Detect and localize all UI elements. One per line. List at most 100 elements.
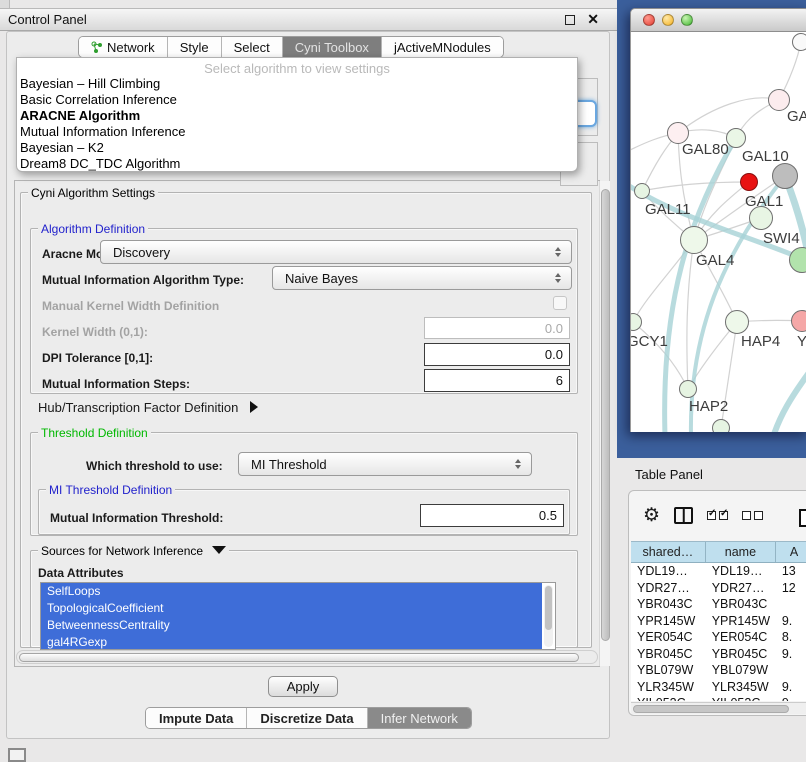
dropdown-item[interactable]: Bayesian – K2 xyxy=(17,140,577,156)
node-label: GAL10 xyxy=(742,148,789,165)
which-threshold-label: Which threshold to use: xyxy=(86,459,223,473)
apply-button-label: Apply xyxy=(287,679,320,694)
mi-steps-label: Mutual Information Steps: xyxy=(42,377,190,391)
minimized-panel-icon[interactable] xyxy=(8,748,26,762)
deselect-all-checkboxes-icon[interactable] xyxy=(742,511,763,520)
kernel-width-input[interactable]: 0.0 xyxy=(424,317,570,339)
network-node[interactable] xyxy=(791,310,806,332)
list-scrollbar[interactable] xyxy=(544,585,553,647)
settings-horizontal-scrollbar[interactable] xyxy=(16,650,598,664)
float-panel-icon[interactable] xyxy=(565,15,575,25)
list-item[interactable]: TopologicalCoefficient xyxy=(41,600,542,617)
network-node[interactable] xyxy=(792,33,806,51)
dropdown-item[interactable]: Bayesian – Hill Climbing xyxy=(17,76,577,92)
close-window-icon[interactable] xyxy=(643,14,655,26)
list-item[interactable]: BetweennessCentrality xyxy=(41,617,542,634)
network-window-titlebar[interactable] xyxy=(630,8,806,32)
network-node-gal11[interactable] xyxy=(634,183,650,199)
gear-icon[interactable]: ⚙ xyxy=(643,506,660,525)
column-header-shared-name[interactable]: shared… xyxy=(631,542,706,562)
column-header-clipped[interactable]: A xyxy=(776,542,806,562)
network-node-hap2[interactable] xyxy=(679,380,697,398)
zoom-window-icon[interactable] xyxy=(681,14,693,26)
sources-group-toggle[interactable]: Sources for Network Inference xyxy=(38,544,229,558)
aracne-mode-select[interactable]: Discovery xyxy=(100,240,572,264)
table-panel-title: Table Panel xyxy=(635,467,703,482)
node-label: Y xyxy=(797,333,806,350)
close-panel-icon[interactable]: ✕ xyxy=(587,11,599,28)
table-row[interactable]: YDR27…YDR27…12 xyxy=(631,580,806,597)
tab-select[interactable]: Select xyxy=(222,37,283,57)
mi-type-select[interactable]: Naive Bayes xyxy=(272,266,572,290)
stepper-arrows-icon xyxy=(515,459,521,469)
table-horizontal-scrollbar[interactable] xyxy=(631,702,806,714)
network-node-gal1-selected[interactable] xyxy=(740,173,758,191)
column-header-name[interactable]: name xyxy=(706,542,776,562)
minimize-window-icon[interactable] xyxy=(662,14,674,26)
dpi-tolerance-label: DPI Tolerance [0,1]: xyxy=(42,351,153,365)
table-row[interactable]: YBR045CYBR045C9. xyxy=(631,646,806,663)
data-attributes-label: Data Attributes xyxy=(38,566,124,580)
list-item[interactable]: gal4RGexp xyxy=(41,634,542,650)
hub-definition-toggle[interactable]: Hub/Transcription Factor Definition xyxy=(38,400,258,415)
dropdown-item[interactable]: Mutual Information Inference xyxy=(17,124,577,140)
manual-kernel-checkbox[interactable] xyxy=(553,296,567,310)
control-panel-tabs: Network Style Select Cyni Toolbox jActiv… xyxy=(78,36,504,58)
tab-label: jActiveMNodules xyxy=(394,40,491,55)
settings-vertical-scrollbar[interactable] xyxy=(599,181,610,666)
mi-steps-input[interactable]: 6 xyxy=(424,369,570,392)
tab-cyni-toolbox[interactable]: Cyni Toolbox xyxy=(283,37,382,57)
tab-style[interactable]: Style xyxy=(168,37,222,57)
network-node-hap4[interactable] xyxy=(725,310,749,334)
table-panel-inner: ⚙ shared… name A YDL19…YDL19…13 YDR27…YD… xyxy=(628,490,806,716)
select-all-checkboxes-icon[interactable] xyxy=(707,511,728,520)
tab-impute-data[interactable]: Impute Data xyxy=(146,708,247,728)
mi-type-value: Naive Bayes xyxy=(285,271,358,286)
tab-network[interactable]: Network xyxy=(79,37,168,57)
tab-infer-network[interactable]: Infer Network xyxy=(368,708,471,728)
algorithm-dropdown: Select algorithm to view settings Bayesi… xyxy=(16,57,578,172)
table-row[interactable]: YER054CYER054C8. xyxy=(631,629,806,646)
stepper-arrows-icon xyxy=(555,273,561,283)
column-layout-icon[interactable] xyxy=(674,507,693,524)
panel-title: Control Panel xyxy=(8,12,87,27)
network-node[interactable] xyxy=(712,419,730,432)
document-icon[interactable] xyxy=(799,509,806,527)
tab-label: Infer Network xyxy=(381,711,458,726)
table-row[interactable]: YBR043CYBR043C xyxy=(631,596,806,613)
kernel-width-value: 0.0 xyxy=(545,321,563,336)
list-item[interactable]: SelfLoops xyxy=(41,583,542,600)
tab-jactivemnodules[interactable]: jActiveMNodules xyxy=(382,37,503,57)
manual-kernel-label: Manual Kernel Width Definition xyxy=(42,299,219,313)
algorithm-definition-title: Algorithm Definition xyxy=(38,222,148,236)
table-row[interactable]: YBL079WYBL079W xyxy=(631,662,806,679)
dpi-tolerance-input[interactable]: 0.0 xyxy=(424,343,570,366)
mi-threshold-group-title: MI Threshold Definition xyxy=(46,483,175,497)
network-node-gal10[interactable] xyxy=(726,128,746,148)
node-table: shared… name A YDL19…YDL19…13 YDR27…YDR2… xyxy=(631,541,806,701)
node-label: GAL80 xyxy=(682,141,729,158)
tab-discretize-data[interactable]: Discretize Data xyxy=(247,708,367,728)
table-row[interactable]: YIL052CYIL052C9. xyxy=(631,695,806,701)
dropdown-item[interactable]: Dream8 DC_TDC Algorithm xyxy=(17,156,577,172)
dropdown-item-highlighted[interactable]: ARACNE Algorithm xyxy=(17,108,577,124)
apply-button[interactable]: Apply xyxy=(268,676,338,697)
node-label: GAL4 xyxy=(696,252,734,269)
window-corner-tab xyxy=(0,0,10,8)
mi-threshold-input[interactable]: 0.5 xyxy=(420,504,564,527)
mi-threshold-label: Mutual Information Threshold: xyxy=(50,511,223,525)
table-row[interactable]: YDL19…YDL19…13 xyxy=(631,563,806,580)
table-header: shared… name A xyxy=(631,542,806,563)
network-node[interactable] xyxy=(772,163,798,189)
which-threshold-select[interactable]: MI Threshold xyxy=(238,452,532,476)
table-row[interactable]: YLR345WYLR345W9. xyxy=(631,679,806,696)
table-row[interactable]: YPR145WYPR145W9. xyxy=(631,613,806,630)
network-node-gal4[interactable] xyxy=(680,226,708,254)
control-panel-titlebar: Control Panel ✕ xyxy=(0,8,617,31)
network-window: GAL GAL80 GAL10 GAL1 GAL11 SWI4 GAL4 GCY… xyxy=(630,8,806,432)
dropdown-placeholder: Select algorithm to view settings xyxy=(17,58,577,76)
network-canvas[interactable]: GAL GAL80 GAL10 GAL1 GAL11 SWI4 GAL4 GCY… xyxy=(630,32,806,432)
threshold-definition-title: Threshold Definition xyxy=(38,426,151,440)
node-label: GAL1 xyxy=(745,193,783,210)
dropdown-item[interactable]: Basic Correlation Inference xyxy=(17,92,577,108)
